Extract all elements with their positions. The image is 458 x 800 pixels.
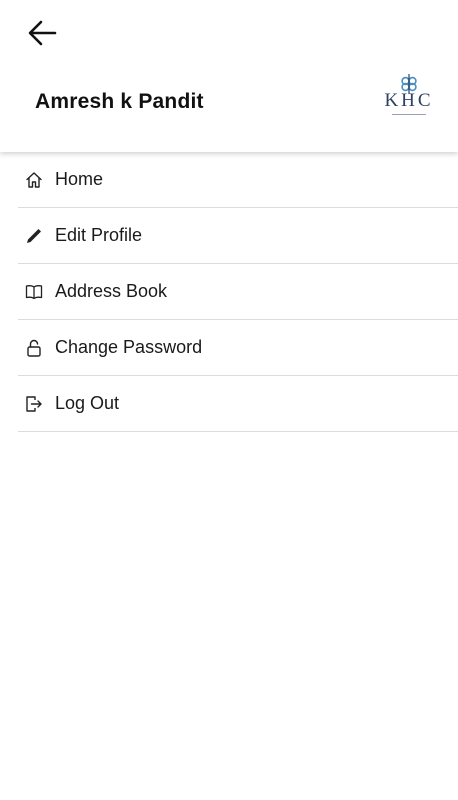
menu-item-change-password[interactable]: Change Password	[18, 320, 458, 376]
logo-text: KHC	[384, 90, 434, 111]
logout-icon	[25, 395, 43, 413]
menu-label-edit-profile: Edit Profile	[55, 225, 143, 245]
home-icon	[25, 171, 43, 189]
back-button[interactable]	[22, 15, 62, 51]
book-icon	[25, 283, 43, 301]
user-name: Amresh k Pandit	[35, 90, 204, 113]
logo-tagline-rule	[392, 114, 426, 115]
menu-label-log-out: Log Out	[55, 393, 120, 413]
menu-label-home: Home	[55, 169, 104, 189]
menu-item-edit-profile[interactable]: Edit Profile	[18, 208, 458, 264]
brand-logo: KHC	[378, 74, 440, 120]
pencil-icon	[25, 227, 43, 245]
menu-item-home[interactable]: Home	[18, 152, 458, 208]
menu-item-address-book[interactable]: Address Book	[18, 264, 458, 320]
menu-item-log-out[interactable]: Log Out	[18, 376, 458, 432]
arrow-left-icon	[28, 20, 57, 46]
menu-label-address-book: Address Book	[55, 281, 168, 301]
app-header: Amresh k Pandit KHC	[0, 0, 458, 152]
lock-icon	[25, 339, 43, 357]
account-menu: Home Edit Profile Address Book Change Pa…	[18, 152, 458, 432]
menu-label-change-password: Change Password	[55, 337, 203, 357]
